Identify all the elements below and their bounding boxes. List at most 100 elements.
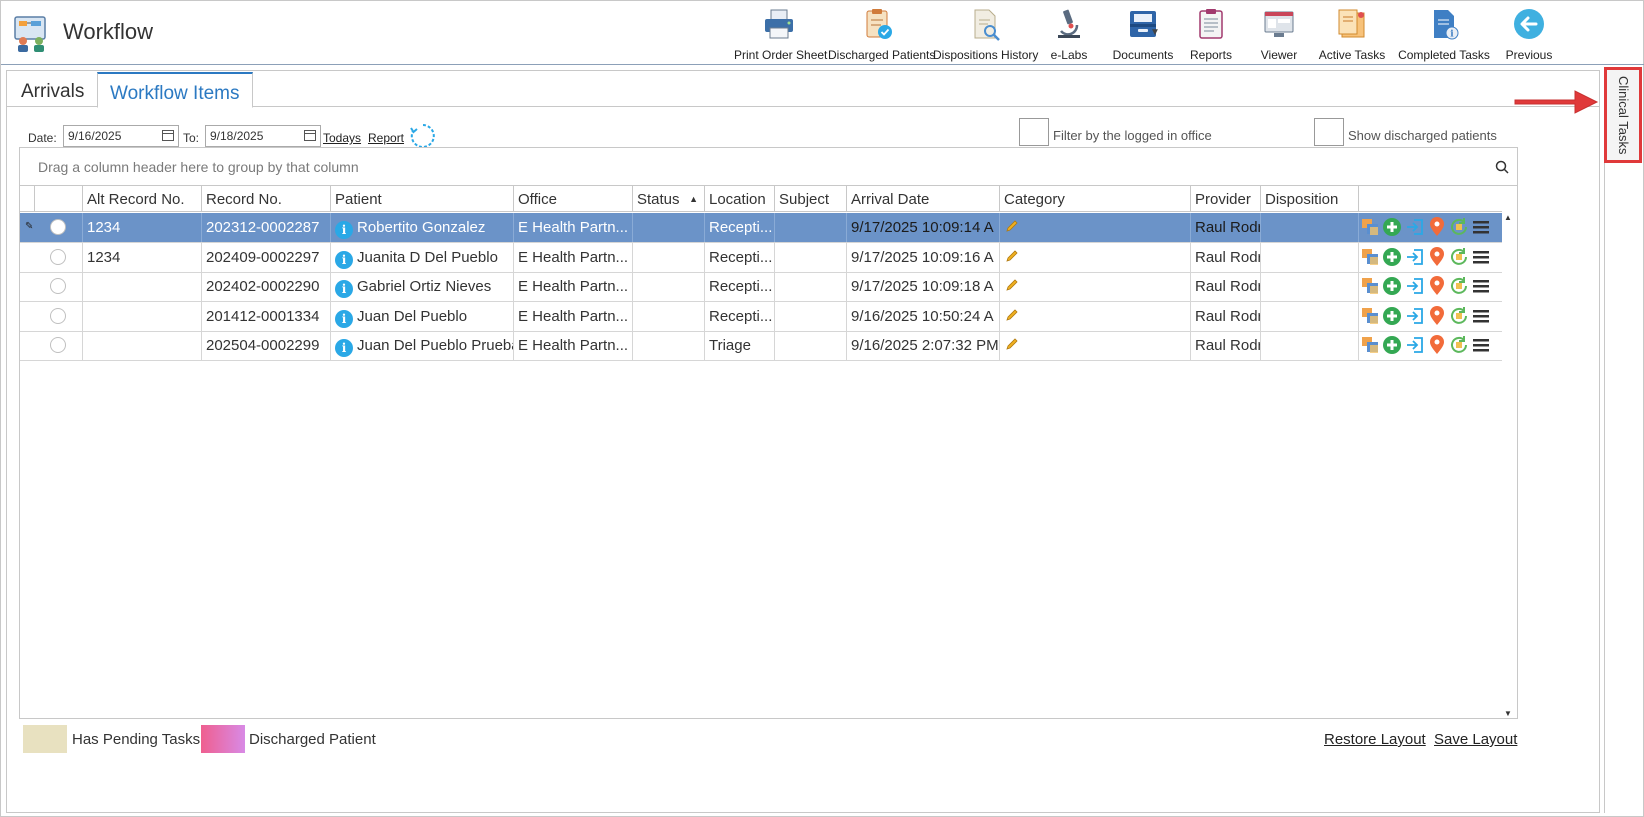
documents-button[interactable]: Documents	[1111, 5, 1175, 62]
report-link[interactable]: Report	[368, 131, 404, 145]
multi-window-icon[interactable]	[1360, 306, 1380, 326]
table-row[interactable]: ✎ 1234 202312-0002287 i Robertito Gonzalez E …	[20, 213, 1502, 243]
row-select-radio[interactable]	[50, 337, 66, 354]
patient-info-icon[interactable]: i	[335, 250, 353, 269]
history-notes-icon[interactable]	[1449, 247, 1469, 267]
row-select-cell[interactable]	[35, 242, 83, 272]
location-pin-icon[interactable]	[1427, 217, 1447, 237]
row-select-radio[interactable]	[50, 307, 66, 324]
row-select-radio[interactable]	[50, 248, 66, 265]
multi-window-icon[interactable]	[1360, 335, 1380, 355]
column-header-office[interactable]: Office	[514, 186, 633, 212]
calendar-icon[interactable]	[162, 130, 174, 141]
menu-icon[interactable]	[1471, 217, 1491, 237]
pencil-edit-icon[interactable]	[1005, 278, 1019, 292]
table-row[interactable]: 1234 202409-0002297 i Juanita D Del Pueblo E…	[20, 242, 1502, 273]
show-discharged-checkbox[interactable]	[1314, 118, 1344, 146]
save-layout-link[interactable]: Save Layout	[1434, 731, 1517, 748]
scroll-down-icon[interactable]: ▼	[1504, 709, 1512, 718]
sign-in-icon[interactable]	[1405, 306, 1425, 326]
active-tasks-button[interactable]: Active Tasks	[1317, 5, 1387, 62]
refresh-icon[interactable]	[410, 123, 436, 149]
pencil-edit-icon[interactable]	[1005, 308, 1019, 322]
history-notes-icon[interactable]	[1449, 335, 1469, 355]
table-row[interactable]: 202402-0002290 i Gabriel Ortiz Nieves E Hea…	[20, 272, 1502, 303]
cell-patient[interactable]: i Juanita D Del Pueblo	[331, 242, 514, 272]
cell-category[interactable]	[1000, 213, 1191, 242]
vertical-scrollbar[interactable]: ▲ ▼	[1501, 213, 1517, 718]
filter-office-checkbox[interactable]	[1019, 118, 1049, 146]
cell-patient[interactable]: i Juan Del Pueblo	[331, 301, 514, 331]
location-pin-icon[interactable]	[1427, 305, 1447, 326]
patient-info-icon[interactable]: i	[335, 339, 353, 358]
column-header-location[interactable]: Location	[705, 186, 775, 212]
multi-window-icon[interactable]	[1360, 217, 1380, 237]
tab-workflow-items[interactable]: Workflow Items	[97, 72, 253, 108]
date-from-field[interactable]: 9/16/2025	[63, 125, 179, 147]
add-circle-icon[interactable]	[1382, 335, 1402, 355]
sign-in-icon[interactable]	[1405, 247, 1425, 267]
menu-icon[interactable]	[1471, 306, 1491, 326]
elabs-dropdown-caret-icon[interactable]: ▼	[1150, 27, 1160, 38]
viewer-button[interactable]: Viewer	[1251, 5, 1307, 62]
row-select-cell[interactable]	[35, 331, 83, 361]
cell-patient[interactable]: i Juan Del Pueblo Prueba	[331, 331, 514, 361]
add-circle-icon[interactable]	[1382, 276, 1402, 296]
cell-category[interactable]	[1000, 331, 1191, 361]
history-notes-icon[interactable]	[1449, 217, 1469, 237]
completed-tasks-button[interactable]: i Completed Tasks	[1398, 5, 1490, 62]
print-order-sheet-button[interactable]: Print Order Sheet	[734, 5, 827, 62]
add-circle-icon[interactable]	[1382, 217, 1402, 237]
menu-icon[interactable]	[1471, 276, 1491, 296]
cell-patient[interactable]: i Robertito Gonzalez	[331, 213, 514, 242]
row-select-cell[interactable]	[35, 213, 83, 242]
todays-link[interactable]: Todays	[323, 131, 361, 145]
cell-category[interactable]	[1000, 242, 1191, 272]
pencil-edit-icon[interactable]	[1005, 219, 1019, 233]
sign-in-icon[interactable]	[1405, 217, 1425, 237]
table-row[interactable]: 202504-0002299 i Juan Del Pueblo Prueba E H…	[20, 331, 1502, 362]
date-to-field[interactable]: 9/18/2025	[205, 125, 321, 147]
location-pin-icon[interactable]	[1427, 276, 1447, 296]
tab-arrivals[interactable]: Arrivals	[9, 75, 96, 107]
location-pin-icon[interactable]	[1427, 335, 1447, 355]
previous-button[interactable]: Previous	[1501, 5, 1557, 62]
reports-button[interactable]: Reports	[1183, 5, 1239, 62]
group-by-panel[interactable]: Drag a column header here to group by th…	[20, 148, 1517, 186]
column-header-disposition[interactable]: Disposition	[1261, 186, 1359, 212]
column-header-subject[interactable]: Subject	[775, 186, 847, 212]
column-header-status[interactable]: Status ▲	[633, 186, 705, 212]
cell-category[interactable]	[1000, 301, 1191, 331]
sign-in-icon[interactable]	[1405, 276, 1425, 296]
table-row[interactable]: 201412-0001334 i Juan Del Pueblo E Health P…	[20, 301, 1502, 332]
search-icon[interactable]	[1495, 160, 1509, 174]
pencil-edit-icon[interactable]	[1005, 337, 1019, 351]
cell-patient[interactable]: i Gabriel Ortiz Nieves	[331, 272, 514, 302]
location-pin-icon[interactable]	[1427, 246, 1447, 267]
column-header-alt-record[interactable]: Alt Record No.	[83, 186, 202, 212]
column-header-category[interactable]: Category	[1000, 186, 1191, 212]
row-select-cell[interactable]	[35, 272, 83, 302]
row-select-radio[interactable]	[50, 278, 66, 295]
restore-layout-link[interactable]: Restore Layout	[1324, 731, 1426, 748]
add-circle-icon[interactable]	[1382, 247, 1402, 267]
menu-icon[interactable]	[1471, 335, 1491, 355]
column-header-patient[interactable]: Patient	[331, 186, 514, 212]
scroll-up-icon[interactable]: ▲	[1504, 213, 1512, 222]
history-notes-icon[interactable]	[1449, 306, 1469, 326]
menu-icon[interactable]	[1471, 247, 1491, 267]
dispositions-history-button[interactable]: Dispositions History	[933, 5, 1038, 62]
calendar-icon[interactable]	[304, 130, 316, 141]
elabs-button[interactable]: e-Labs	[1045, 5, 1093, 62]
sign-in-icon[interactable]	[1405, 335, 1425, 355]
discharged-patients-button[interactable]: Discharged Patients	[828, 5, 935, 62]
patient-info-icon[interactable]: i	[335, 280, 353, 299]
row-select-radio[interactable]	[50, 219, 66, 235]
column-header-arrival-date[interactable]: Arrival Date	[847, 186, 1000, 212]
add-circle-icon[interactable]	[1382, 306, 1402, 326]
multi-window-icon[interactable]	[1360, 276, 1380, 296]
patient-info-icon[interactable]: i	[335, 221, 353, 239]
row-select-cell[interactable]	[35, 301, 83, 331]
patient-info-icon[interactable]: i	[335, 309, 353, 328]
column-header-provider[interactable]: Provider	[1191, 186, 1261, 212]
